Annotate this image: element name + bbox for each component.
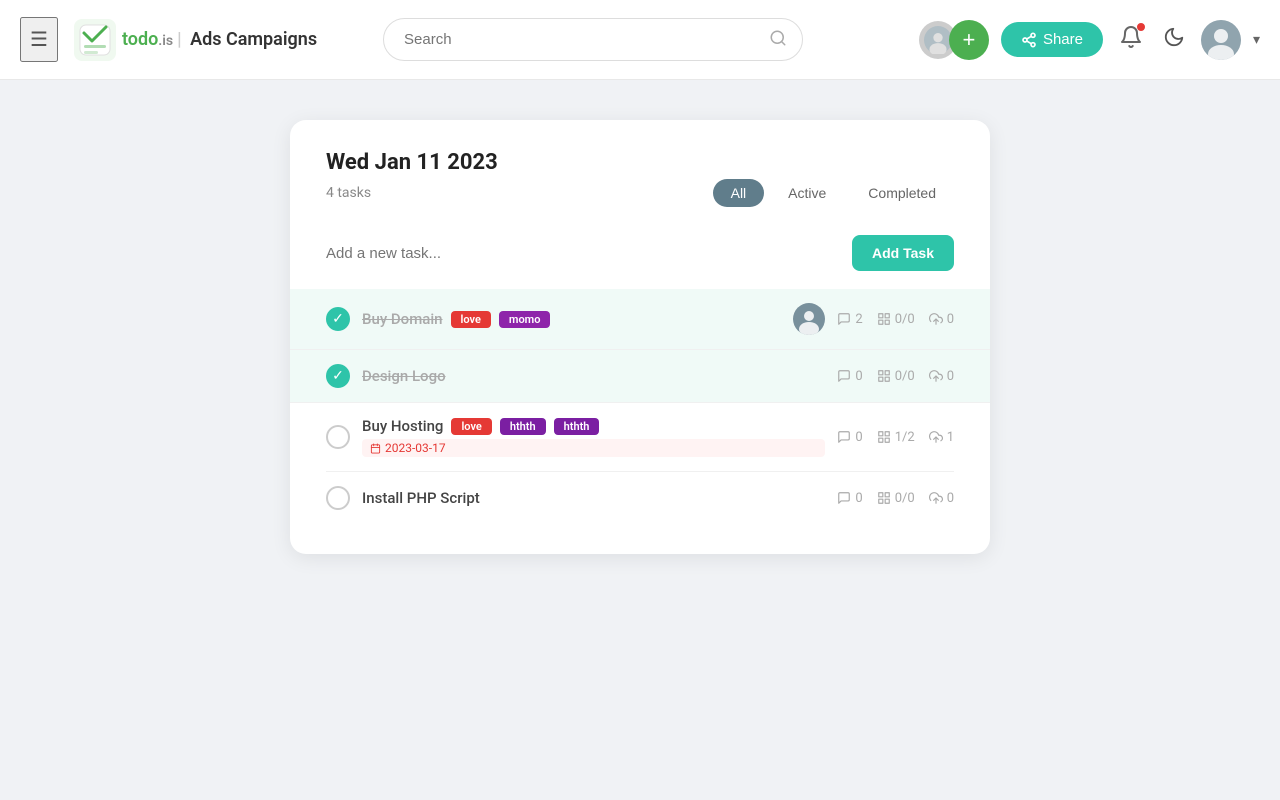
subtask-icon — [877, 430, 891, 444]
logo-separator: | — [177, 29, 182, 50]
card-date: Wed Jan 11 2023 — [326, 150, 954, 175]
stat-uploads-3: 1 — [929, 430, 954, 445]
add-task-input[interactable] — [326, 245, 852, 262]
tag-love-1: love — [451, 311, 491, 328]
task-title-row-2: Design Logo — [362, 367, 825, 385]
avatar-group: + — [919, 20, 989, 60]
notification-button[interactable] — [1115, 21, 1147, 59]
task-stats-3: 0 1/2 1 — [837, 430, 954, 445]
filter-tab-active[interactable]: Active — [770, 179, 844, 207]
dark-mode-button[interactable] — [1159, 22, 1189, 58]
notification-badge — [1137, 23, 1145, 31]
search-icon — [769, 29, 787, 51]
tag-hthth-3b: hthth — [554, 418, 600, 435]
table-row: Buy Hosting love hthth hthth 2023-03-17 … — [326, 403, 954, 472]
stat-comments-3: 0 — [837, 430, 862, 445]
logo-project: Ads Campaigns — [190, 29, 317, 50]
logo-text: todo.is | Ads Campaigns — [122, 29, 317, 50]
moon-icon — [1163, 26, 1185, 48]
add-task-button[interactable]: Add Task — [852, 235, 954, 271]
subtask-icon — [877, 312, 891, 326]
table-row: ✓ Design Logo 0 0/0 — [290, 350, 990, 403]
task-card: Wed Jan 11 2023 4 tasks All Active Compl… — [290, 120, 990, 554]
calendar-icon — [370, 443, 381, 454]
task-title-4: Install PHP Script — [362, 489, 480, 507]
task-content-4: Install PHP Script — [362, 489, 825, 507]
main-content: Wed Jan 11 2023 4 tasks All Active Compl… — [0, 80, 1280, 594]
filter-tabs: All Active Completed — [713, 179, 954, 207]
user-avatar[interactable] — [1201, 20, 1241, 60]
task-title-2: Design Logo — [362, 367, 446, 385]
logo-is: .is — [158, 33, 173, 49]
task-stats-4: 0 0/0 0 — [837, 491, 954, 506]
hamburger-icon: ☰ — [30, 29, 48, 51]
task-check-2[interactable]: ✓ — [326, 364, 350, 388]
task-content-3: Buy Hosting love hthth hthth 2023-03-17 — [362, 417, 825, 457]
subtask-icon — [877, 491, 891, 505]
task-date-badge-3: 2023-03-17 — [362, 439, 825, 457]
stat-subtasks-3: 1/2 — [877, 430, 915, 445]
upload-icon — [929, 491, 943, 505]
stat-uploads-4: 0 — [929, 491, 954, 506]
table-row: ✓ Buy Domain love momo — [290, 289, 990, 350]
search-bar — [383, 18, 803, 61]
table-row: Install PHP Script 0 0/0 0 — [326, 472, 954, 524]
search-input[interactable] — [383, 18, 803, 61]
stat-subtasks-2: 0/0 — [877, 369, 915, 384]
stat-uploads-2: 0 — [929, 369, 954, 384]
task-stats-1: 2 0/0 0 — [837, 312, 954, 327]
comment-icon — [837, 430, 851, 444]
logo-area: todo.is | Ads Campaigns — [74, 19, 317, 61]
task-check-4[interactable] — [326, 486, 350, 510]
user-dropdown-button[interactable]: ▾ — [1253, 31, 1260, 48]
upload-icon — [929, 369, 943, 383]
stat-comments-2: 0 — [837, 369, 862, 384]
card-meta-row: 4 tasks All Active Completed — [326, 179, 954, 207]
task-list: ✓ Buy Domain love momo — [326, 289, 954, 524]
task-avatar-1 — [793, 303, 825, 335]
task-check-1[interactable]: ✓ — [326, 307, 350, 331]
task-content-1: Buy Domain love momo — [362, 310, 781, 328]
card-header: Wed Jan 11 2023 4 tasks All Active Compl… — [326, 150, 954, 207]
comment-icon — [837, 369, 851, 383]
task-title-row-1: Buy Domain love momo — [362, 310, 781, 328]
filter-tab-all[interactable]: All — [713, 179, 765, 207]
stat-comments-4: 0 — [837, 491, 862, 506]
filter-tab-completed[interactable]: Completed — [850, 179, 954, 207]
task-title-row-3: Buy Hosting love hthth hthth — [362, 417, 825, 435]
comment-icon — [837, 312, 851, 326]
share-icon — [1021, 32, 1037, 48]
add-user-button[interactable]: + — [949, 20, 989, 60]
share-button[interactable]: Share — [1001, 22, 1103, 57]
upload-icon — [929, 312, 943, 326]
stat-comments-1: 2 — [837, 312, 862, 327]
subtask-icon — [877, 369, 891, 383]
logo-todo: todo — [122, 29, 158, 50]
tag-love-3: love — [451, 418, 491, 435]
logo-icon — [74, 19, 116, 61]
stat-subtasks-4: 0/0 — [877, 491, 915, 506]
task-title-1: Buy Domain — [362, 310, 443, 328]
menu-button[interactable]: ☰ — [20, 17, 58, 62]
stat-subtasks-1: 0/0 — [877, 312, 915, 327]
tag-momo-1: momo — [499, 311, 551, 328]
add-task-row: Add Task — [326, 227, 954, 279]
comment-icon — [837, 491, 851, 505]
task-check-3[interactable] — [326, 425, 350, 449]
share-label: Share — [1043, 31, 1083, 48]
task-count: 4 tasks — [326, 185, 371, 201]
task-title-3: Buy Hosting — [362, 417, 443, 435]
header-right: + Share — [919, 20, 1260, 60]
task-content-2: Design Logo — [362, 367, 825, 385]
stat-uploads-1: 0 — [929, 312, 954, 327]
task-title-row-4: Install PHP Script — [362, 489, 825, 507]
upload-icon — [929, 430, 943, 444]
tag-hthth-3a: hthth — [500, 418, 546, 435]
task-stats-2: 0 0/0 0 — [837, 369, 954, 384]
header: ☰ todo.is | Ads Campaigns — [0, 0, 1280, 80]
